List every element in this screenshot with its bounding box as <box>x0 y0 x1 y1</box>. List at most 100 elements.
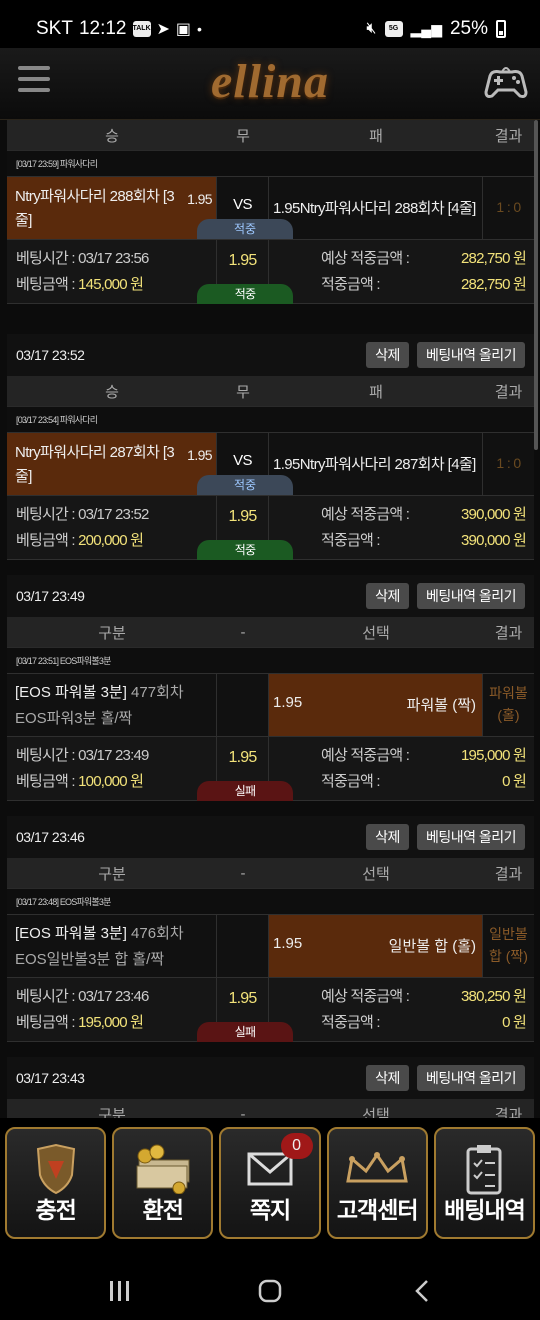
match-row: [EOS 파워볼 3분] 477회차 EOS파워3분 홀/짝 1.95 파워볼 (… <box>7 673 534 737</box>
away-selection: 1.95Ntry파워사다리 288회차 [4줄] <box>269 177 483 239</box>
win-amount: 390,000 원 <box>461 532 527 549</box>
back-icon[interactable] <box>412 1279 432 1303</box>
clipboard-icon <box>466 1145 502 1195</box>
bet-time-label: 베팅시간 : <box>16 506 79 523</box>
col-win: 승 <box>105 383 119 401</box>
win-amount: 0 원 <box>502 773 527 790</box>
bet-date: 03/17 23:46 <box>16 829 85 845</box>
bet-amount: 145,000 원 <box>78 276 144 293</box>
win-label: 적중금액 : <box>321 1014 381 1031</box>
final-status-pill: 실패 <box>197 781 293 801</box>
match-row: [EOS 파워볼 3분] 476회차 EOS일반볼3분 합 홀/짝 1.95 일반… <box>7 914 534 978</box>
selection-cell[interactable]: 1.95 파워볼 (짝) <box>269 674 483 736</box>
home-selection[interactable]: Ntry파워사다리 288회차 [3줄] 1.95 <box>7 177 217 239</box>
bet-info: 베팅시간 : 03/17 23:49 베팅금액 : 100,000 원 <box>7 737 217 800</box>
payout-row: 베팅시간 : 03/17 23:52 베팅금액 : 200,000 원 1.95… <box>7 496 534 560</box>
expected-label: 예상 적중금액 : <box>321 506 410 523</box>
expected-amount: 195,000 원 <box>461 747 527 764</box>
nav-support-button[interactable]: 고객센터 <box>326 1127 428 1239</box>
col-lose: 패 <box>369 127 383 145</box>
telegram-icon: ➤ <box>156 21 170 38</box>
network-badge: 5G <box>384 21 403 37</box>
away-selection: 1.95Ntry파워사다리 287회차 [4줄] <box>269 433 483 495</box>
col-type: 구분 <box>98 1106 126 1119</box>
bet-card: 03/17 23:52 삭제 베팅내역 올리기 승 무 패 결과 [03/17 … <box>7 334 534 560</box>
payout-info: 예상 적중금액 : 380,250 원 적중금액 : 0 원 <box>269 978 534 1041</box>
crown-icon <box>346 1152 409 1183</box>
mute-icon: 🔇︎ <box>366 20 377 37</box>
home-name: Ntry파워사다리 288회차 [3줄] <box>15 188 175 229</box>
bet-time-label: 베팅시간 : <box>16 988 79 1005</box>
nav-exchange-button[interactable]: 환전 <box>112 1127 214 1239</box>
final-status-pill: 적중 <box>197 284 293 304</box>
shield-charge-icon <box>36 1143 75 1195</box>
away-name: Ntry파워사다리 287회차 [4줄] <box>299 456 477 473</box>
selection-cell[interactable]: 1.95 일반볼 합 (홀) <box>269 915 483 977</box>
bet-time: 03/17 23:56 <box>78 250 149 267</box>
carrier: SKT <box>36 18 73 39</box>
recents-icon[interactable] <box>108 1280 132 1302</box>
col-win: 승 <box>105 127 119 145</box>
match-result: 1 : 0 <box>483 177 534 239</box>
col-type: 구분 <box>98 865 126 883</box>
match-result: 1 : 0 <box>483 433 534 495</box>
upload-history-button[interactable]: 베팅내역 올리기 <box>416 583 525 609</box>
col-lose: 패 <box>369 383 383 401</box>
league-label: [03/17 23:59] 파워사다리 <box>7 150 534 176</box>
bet-date: 03/17 23:49 <box>16 588 85 604</box>
nav-label: 환전 <box>142 1197 184 1223</box>
bet-amount-label: 베팅금액 : <box>16 532 79 549</box>
selection-odd: 1.95 <box>273 694 303 711</box>
col-result: 결과 <box>494 865 523 883</box>
win-label: 적중금액 : <box>321 276 381 293</box>
delete-button[interactable]: 삭제 <box>366 342 409 368</box>
upload-history-button[interactable]: 베팅내역 올리기 <box>416 824 525 850</box>
col-draw: 무 <box>236 383 250 401</box>
win-label: 적중금액 : <box>321 532 381 549</box>
delete-button[interactable]: 삭제 <box>366 824 409 850</box>
logo[interactable]: ellina <box>0 54 540 109</box>
win-amount: 0 원 <box>502 1014 527 1031</box>
bet-date: 03/17 23:52 <box>16 347 85 363</box>
upload-history-button[interactable]: 베팅내역 올리기 <box>416 1065 525 1091</box>
home-icon[interactable] <box>258 1279 282 1303</box>
envelope-icon <box>247 1152 293 1186</box>
scrollbar[interactable] <box>534 120 538 450</box>
nav-betting-history-button[interactable]: 배팅내역 <box>433 1127 536 1239</box>
column-header: 구분 - 선택 결과 <box>7 1099 534 1118</box>
bet-info: 베팅시간 : 03/17 23:52 베팅금액 : 200,000 원 <box>7 496 217 559</box>
bet-card: 03/17 23:43 삭제 베팅내역 올리기 구분 - 선택 결과 <box>7 1057 534 1118</box>
nav-charge-button[interactable]: 충전 <box>5 1127 107 1239</box>
match-result: 일반볼 합 (짝) <box>483 915 534 977</box>
bet-time: 03/17 23:46 <box>78 988 149 1005</box>
delete-button[interactable]: 삭제 <box>366 583 409 609</box>
delete-button[interactable]: 삭제 <box>366 1065 409 1091</box>
bet-time-label: 베팅시간 : <box>16 250 79 267</box>
bet-time: 03/17 23:49 <box>78 747 149 764</box>
money-stack-icon <box>136 1144 190 1194</box>
card-top: 03/17 23:43 삭제 베팅내역 올리기 <box>7 1057 534 1099</box>
betting-history-list[interactable]: 승 무 패 결과 [03/17 23:59] 파워사다리 Ntry파워사다리 2… <box>0 120 540 1118</box>
status-bar: SKT 12:12 TALK ➤ ▣ • 🔇︎ 5G ▂▄▆ 25% <box>0 0 540 48</box>
home-selection[interactable]: Ntry파워사다리 287회차 [3줄] 1.95 <box>7 433 217 495</box>
win-amount: 282,750 원 <box>461 276 527 293</box>
col-dash: - <box>240 623 246 641</box>
bet-amount-label: 베팅금액 : <box>16 773 79 790</box>
home-odd: 1.95 <box>187 447 212 463</box>
upload-history-button[interactable]: 베팅내역 올리기 <box>416 342 525 368</box>
col-result: 결과 <box>494 127 523 145</box>
status-pill: 적중 <box>197 219 293 239</box>
game-tag: [EOS 파워볼 3분] <box>15 684 127 701</box>
message-count-badge: 0 <box>280 1133 313 1159</box>
card-top: 03/17 23:46 삭제 베팅내역 올리기 <box>7 816 534 858</box>
bet-amount: 195,000 원 <box>78 1014 144 1031</box>
col-result: 결과 <box>494 624 523 642</box>
game-info: [EOS 파워볼 3분] 476회차 EOS일반볼3분 합 홀/짝 <box>7 915 217 977</box>
bet-amount-label: 베팅금액 : <box>16 276 79 293</box>
payout-info: 예상 적중금액 : 195,000 원 적중금액 : 0 원 <box>269 737 534 800</box>
dot-icon: • <box>197 21 202 37</box>
expected-amount: 390,000 원 <box>461 506 527 523</box>
gamepad-icon[interactable] <box>484 62 528 102</box>
nav-message-button[interactable]: 0 쪽지 <box>219 1127 321 1239</box>
card-top: 03/17 23:49 삭제 베팅내역 올리기 <box>7 575 534 617</box>
